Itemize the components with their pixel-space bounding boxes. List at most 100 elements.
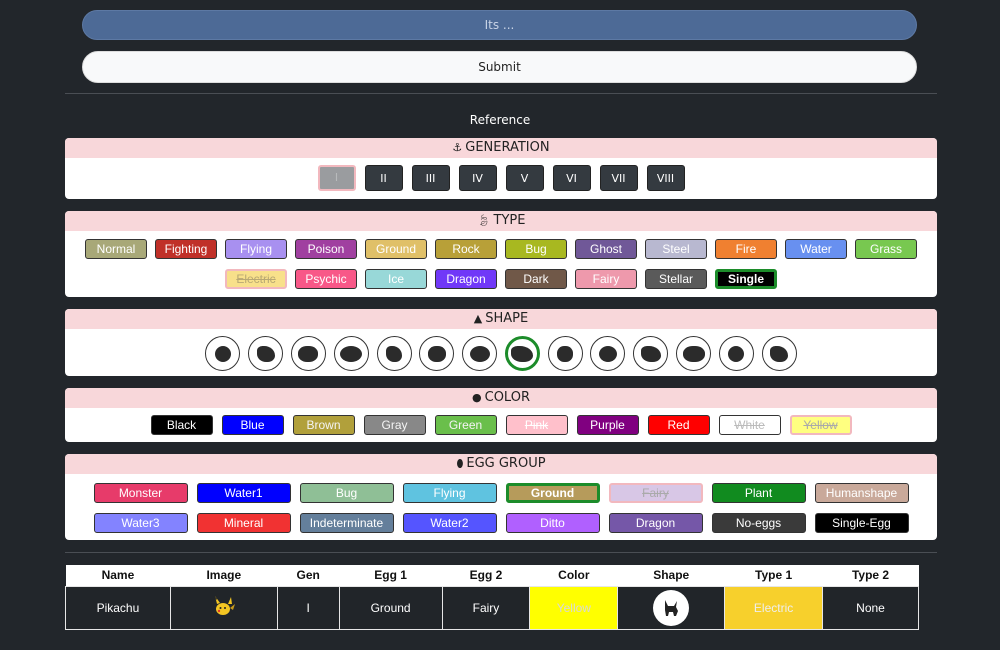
shape-button[interactable] — [504, 336, 540, 371]
shape-silhouette-icon — [770, 345, 789, 362]
egg-group-chip[interactable]: No-eggs — [711, 513, 806, 533]
generation-button[interactable]: VIII — [646, 165, 685, 191]
shape-button[interactable] — [333, 336, 369, 371]
color-panel: ● COLOR Black Blue Brown Gray Green Pink Purple… — [65, 388, 937, 442]
type-panel: 🍃︎ TYPE Normal Fighting Flying Poison Ground R… — [65, 211, 937, 297]
egg-group-chip[interactable]: Water2 — [402, 513, 497, 533]
cell-gen: I — [276, 585, 340, 630]
cell-egg1: Ground — [338, 585, 443, 630]
shape-button[interactable] — [290, 336, 326, 371]
shape-buttons — [65, 336, 937, 371]
shape-button[interactable] — [462, 336, 498, 371]
type-chip[interactable]: Grass — [855, 239, 917, 259]
col-egg1: Egg 1 — [339, 565, 443, 586]
shape-button[interactable] — [590, 336, 626, 371]
shape-title: SHAPE — [485, 311, 529, 326]
generation-button[interactable]: I — [317, 165, 356, 191]
type-chip[interactable]: Water — [785, 239, 847, 259]
type-chip[interactable]: Psychic — [295, 269, 357, 289]
color-chip[interactable]: Blue — [221, 415, 284, 435]
egg-group-chip[interactable]: Plant — [711, 483, 806, 503]
egg-group-chip[interactable]: Bug — [299, 483, 394, 503]
egg-group-chip[interactable]: Indeterminate — [299, 513, 394, 533]
egg-group-panel: ⬮ EGG GROUP Monster Water1 Bug Flying Ground F… — [65, 454, 937, 540]
type-chip[interactable]: Fighting — [155, 239, 217, 259]
cell-shape — [617, 585, 726, 630]
cell-type2: None — [822, 585, 919, 630]
shape-silhouette-icon — [557, 345, 574, 362]
type-chip[interactable]: Electric — [225, 269, 287, 289]
egg-group-chip[interactable]: Mineral — [196, 513, 291, 533]
color-chip[interactable]: Black — [150, 415, 213, 435]
type-chip[interactable]: Dark — [505, 269, 567, 289]
type-title: TYPE — [493, 213, 526, 228]
shape-button[interactable] — [676, 336, 712, 371]
type-chip[interactable]: Dragon — [435, 269, 497, 289]
generation-button[interactable]: VI — [552, 165, 591, 191]
shape-panel: ▲ SHAPE — [65, 309, 937, 376]
color-chip[interactable]: Pink — [505, 415, 568, 435]
shape-silhouette-icon — [728, 345, 745, 362]
egg-group-chip[interactable]: Flying — [402, 483, 497, 503]
egg-group-header: ⬮ EGG GROUP — [65, 454, 937, 474]
shape-header: ▲ SHAPE — [65, 309, 937, 329]
shape-button[interactable] — [419, 336, 455, 371]
type-chip[interactable]: Fairy — [575, 269, 637, 289]
color-chip[interactable]: Purple — [576, 415, 639, 435]
color-chip[interactable]: White — [718, 415, 781, 435]
type-chip[interactable]: Ghost — [575, 239, 637, 259]
col-name: Name — [65, 565, 171, 586]
shape-silhouette-icon — [340, 345, 363, 362]
guess-input[interactable]: Its ... — [82, 10, 917, 40]
type-chip[interactable]: Ground — [365, 239, 427, 259]
color-chip[interactable]: Red — [647, 415, 710, 435]
generation-button[interactable]: V — [505, 165, 544, 191]
shape-silhouette-icon — [214, 345, 231, 362]
egg-group-chip[interactable]: Single-Egg — [814, 513, 909, 533]
color-chip[interactable]: Yellow — [789, 415, 852, 435]
egg-group-chip[interactable]: Ditto — [505, 513, 600, 533]
shape-silhouette-icon — [598, 345, 617, 362]
shape-button[interactable] — [547, 336, 583, 371]
egg-group-chip[interactable]: Water1 — [196, 483, 291, 503]
shape-button[interactable] — [633, 336, 669, 371]
type-chip[interactable]: Flying — [225, 239, 287, 259]
cell-name: Pikachu — [65, 585, 171, 630]
generation-button[interactable]: IV — [458, 165, 497, 191]
generation-button[interactable]: VII — [599, 165, 638, 191]
submit-button[interactable]: Submit — [82, 51, 917, 83]
shape-silhouette-icon — [682, 345, 705, 362]
col-type2: Type 2 — [822, 565, 919, 586]
type-chip[interactable]: Steel — [645, 239, 707, 259]
type-chip[interactable]: Poison — [295, 239, 357, 259]
egg-group-chip[interactable]: Humanshape — [814, 483, 909, 503]
type-chip[interactable]: Rock — [435, 239, 497, 259]
shape-silhouette-icon — [640, 345, 661, 362]
pikachu-sprite-icon — [214, 596, 235, 615]
color-chip[interactable]: Green — [434, 415, 497, 435]
type-chip[interactable]: Fire — [715, 239, 777, 259]
shape-button[interactable] — [761, 336, 797, 371]
shape-button[interactable] — [248, 336, 284, 371]
type-chip[interactable]: Ice — [365, 269, 427, 289]
type-chip[interactable]: Bug — [505, 239, 567, 259]
color-chip[interactable]: Brown — [292, 415, 355, 435]
generation-button[interactable]: II — [364, 165, 403, 191]
egg-group-chip[interactable]: Ground — [505, 483, 600, 503]
egg-group-chip[interactable]: Fairy — [608, 483, 703, 503]
egg-group-chip[interactable]: Dragon — [608, 513, 703, 533]
type-chip[interactable]: Normal — [85, 239, 147, 259]
egg-group-chip[interactable]: Monster — [93, 483, 188, 503]
shape-button[interactable] — [376, 336, 412, 371]
shape-button[interactable] — [205, 336, 241, 371]
generation-button[interactable]: III — [411, 165, 450, 191]
palette-icon: ● — [472, 391, 482, 404]
shape-button[interactable] — [718, 336, 754, 371]
table-row: Pikachu I Ground Fairy Yellow Electric N… — [65, 585, 919, 630]
type-chip[interactable]: Stellar — [645, 269, 707, 289]
type-chip[interactable]: Single — [715, 269, 777, 289]
reference-title: Reference — [469, 113, 531, 127]
generation-title: GENERATION — [465, 140, 550, 155]
egg-group-chip[interactable]: Water3 — [93, 513, 188, 533]
color-chip[interactable]: Gray — [363, 415, 426, 435]
